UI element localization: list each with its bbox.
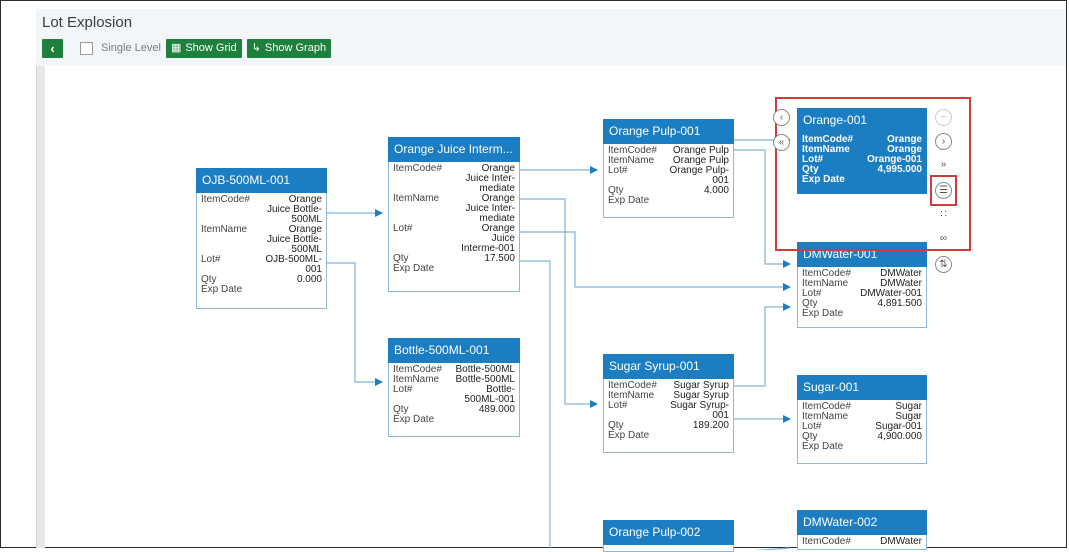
- edge-oji-pulp2: [519, 260, 551, 548]
- field-value: Orange Juice Interme-001: [461, 223, 515, 254]
- field-label: Lot#: [608, 400, 628, 411]
- collapse-left-button[interactable]: ‹: [773, 109, 790, 126]
- node-field: ItemCode# Orange Juice Bottle- 500ML: [201, 195, 322, 225]
- field-label: Exp Date: [393, 263, 435, 274]
- node-body: ItemCode# Orange Pulp ItemName Orange Pulp L…: [604, 144, 733, 206]
- node-syrup[interactable]: Sugar Syrup-001 ItemCode# Sugar Syrup Item…: [603, 354, 734, 453]
- field-value: Orange Juice Bottle- 500ML: [266, 224, 322, 255]
- node-field: Lot# Orange Juice Interme-001: [393, 224, 515, 254]
- field-value: Sugar Syrup- 001: [670, 400, 729, 421]
- field-value: Orange Juice Inter- mediate: [465, 193, 515, 224]
- list-details-icon: ☰: [939, 185, 948, 196]
- chevron-right-icon: ›: [941, 136, 946, 147]
- node-field: Lot# Sugar Syrup- 001: [608, 401, 729, 421]
- node-field: Exp Date: [802, 442, 922, 452]
- node-body: ItemCode# Orange Juice Inter- mediate Item…: [389, 162, 519, 274]
- node-field: Exp Date: [608, 431, 729, 441]
- node-body: ItemCode# Sugar ItemName Sugar Lot# Sugar-001…: [798, 400, 926, 452]
- node-field: Lot# OJB-500ML- 001: [201, 255, 322, 275]
- node-title: DMWater-002: [797, 510, 927, 535]
- link-icon: ∞: [939, 233, 948, 244]
- field-value: 17.500: [484, 253, 515, 264]
- field-value: 0.000: [296, 274, 322, 285]
- field-label: Lot#: [201, 254, 221, 265]
- field-label: ItemName: [201, 224, 248, 235]
- edge-oji-dmw1: [519, 231, 791, 291]
- field-label: Lot#: [608, 165, 628, 176]
- field-label: Exp Date: [608, 195, 650, 206]
- node-title: Orange Juice Interm...: [388, 137, 520, 162]
- edge-syrup-dmw1: [734, 303, 791, 387]
- node-field: ItemCode# Orange Juice Inter- mediate: [393, 164, 515, 194]
- node-field: Exp Date: [802, 309, 922, 319]
- field-label: Exp Date: [802, 308, 844, 319]
- node-body: ItemCode# Bottle-500ML ItemName Bottle-500M…: [389, 363, 519, 425]
- node-field: ItemCode# DMWater: [802, 537, 922, 547]
- chevron-left-icon: ‹: [779, 112, 784, 123]
- node-dmw2[interactable]: DMWater-002 ItemCode# DMWater: [797, 510, 927, 550]
- collapse-all-left-button[interactable]: «: [773, 134, 790, 151]
- node-pulp1[interactable]: Orange Pulp-001 ItemCode# Orange Pulp Item…: [603, 119, 734, 218]
- node-title: Sugar Syrup-001: [603, 354, 734, 379]
- node-title: Orange Pulp-002: [603, 520, 734, 545]
- field-value: Bottle- 500ML-001: [464, 384, 515, 405]
- field-label: ItemCode#: [393, 163, 442, 174]
- field-value: Orange Juice Inter- mediate: [465, 163, 515, 194]
- double-chevron-right-icon: »: [940, 159, 947, 170]
- field-value: 189.200: [692, 420, 729, 431]
- expand-all-right-button[interactable]: »: [935, 157, 952, 174]
- field-value: DMWater: [880, 536, 922, 547]
- field-value: OJB-500ML- 001: [265, 254, 322, 275]
- node-bottle[interactable]: Bottle-500ML-001 ItemCode# Bottle-500ML It…: [388, 338, 520, 437]
- field-label: ItemCode#: [802, 536, 851, 547]
- node-field: Exp Date: [608, 196, 729, 206]
- node-field: Exp Date: [393, 264, 515, 274]
- field-value: 4.000: [703, 185, 729, 196]
- node-field: Lot# Bottle- 500ML-001: [393, 385, 515, 405]
- field-label: ItemName: [393, 193, 440, 204]
- minus-circle-icon: −: [940, 112, 947, 123]
- double-chevron-left-icon: «: [778, 137, 785, 148]
- link-button[interactable]: ∞: [935, 231, 952, 248]
- field-value: 4,891.500: [877, 298, 923, 309]
- edge-ojb-bottle: [326, 262, 383, 386]
- org-chart-icon: ∷: [940, 209, 947, 220]
- field-label: Exp Date: [608, 430, 650, 441]
- node-body: ItemCode# Orange Juice Bottle- 500ML ItemN…: [197, 193, 326, 295]
- node-title: Orange Pulp-001: [603, 119, 734, 144]
- details-button[interactable]: ☰: [935, 182, 952, 199]
- field-label: Lot#: [393, 384, 413, 395]
- expand-right-button[interactable]: ›: [935, 133, 952, 150]
- node-body: ItemCode# DMWater: [798, 535, 926, 547]
- field-value: 4,900.000: [877, 431, 923, 442]
- sort-icon: ⇅: [939, 259, 948, 270]
- field-label: Lot#: [393, 223, 413, 234]
- node-title: Bottle-500ML-001: [388, 338, 520, 363]
- node-field: Exp Date: [201, 285, 322, 295]
- field-value: Orange Pulp- 001: [669, 165, 729, 186]
- node-field: Exp Date: [393, 415, 515, 425]
- node-field: ItemName Orange Juice Bottle- 500ML: [201, 225, 322, 255]
- minus-button[interactable]: −: [935, 109, 952, 126]
- field-label: Exp Date: [201, 284, 243, 295]
- field-value: Orange Juice Bottle- 500ML: [266, 194, 322, 225]
- node-title: Sugar-001: [797, 375, 927, 400]
- node-body: ItemCode# Sugar Syrup ItemName Sugar Syrup L…: [604, 379, 733, 441]
- hierarchy-button[interactable]: ∷: [935, 207, 952, 224]
- node-field: Lot# Orange Pulp- 001: [608, 166, 729, 186]
- node-field: ItemName Orange Juice Inter- mediate: [393, 194, 515, 224]
- node-sugar[interactable]: Sugar-001 ItemCode# Sugar ItemName Sugar Lot…: [797, 375, 927, 464]
- edge-oji-syrup: [519, 198, 598, 408]
- node-dmw1[interactable]: DMWater-001 ItemCode# DMWater ItemName DMWa…: [797, 242, 927, 328]
- field-label: Exp Date: [802, 441, 844, 452]
- sort-button[interactable]: ⇅: [935, 256, 952, 273]
- node-oji[interactable]: Orange Juice Interm... ItemCode# Orange J…: [388, 137, 520, 292]
- field-label: Exp Date: [393, 414, 435, 425]
- node-pulp2[interactable]: Orange Pulp-002: [603, 520, 734, 552]
- field-label: ItemCode#: [201, 194, 250, 205]
- node-title: OJB-500ML-001: [196, 168, 327, 193]
- field-value: 489.000: [478, 404, 515, 415]
- node-body: ItemCode# DMWater ItemName DMWater Lot# DMWat…: [798, 267, 926, 319]
- node-ojb[interactable]: OJB-500ML-001 ItemCode# Orange Juice Bott…: [196, 168, 327, 309]
